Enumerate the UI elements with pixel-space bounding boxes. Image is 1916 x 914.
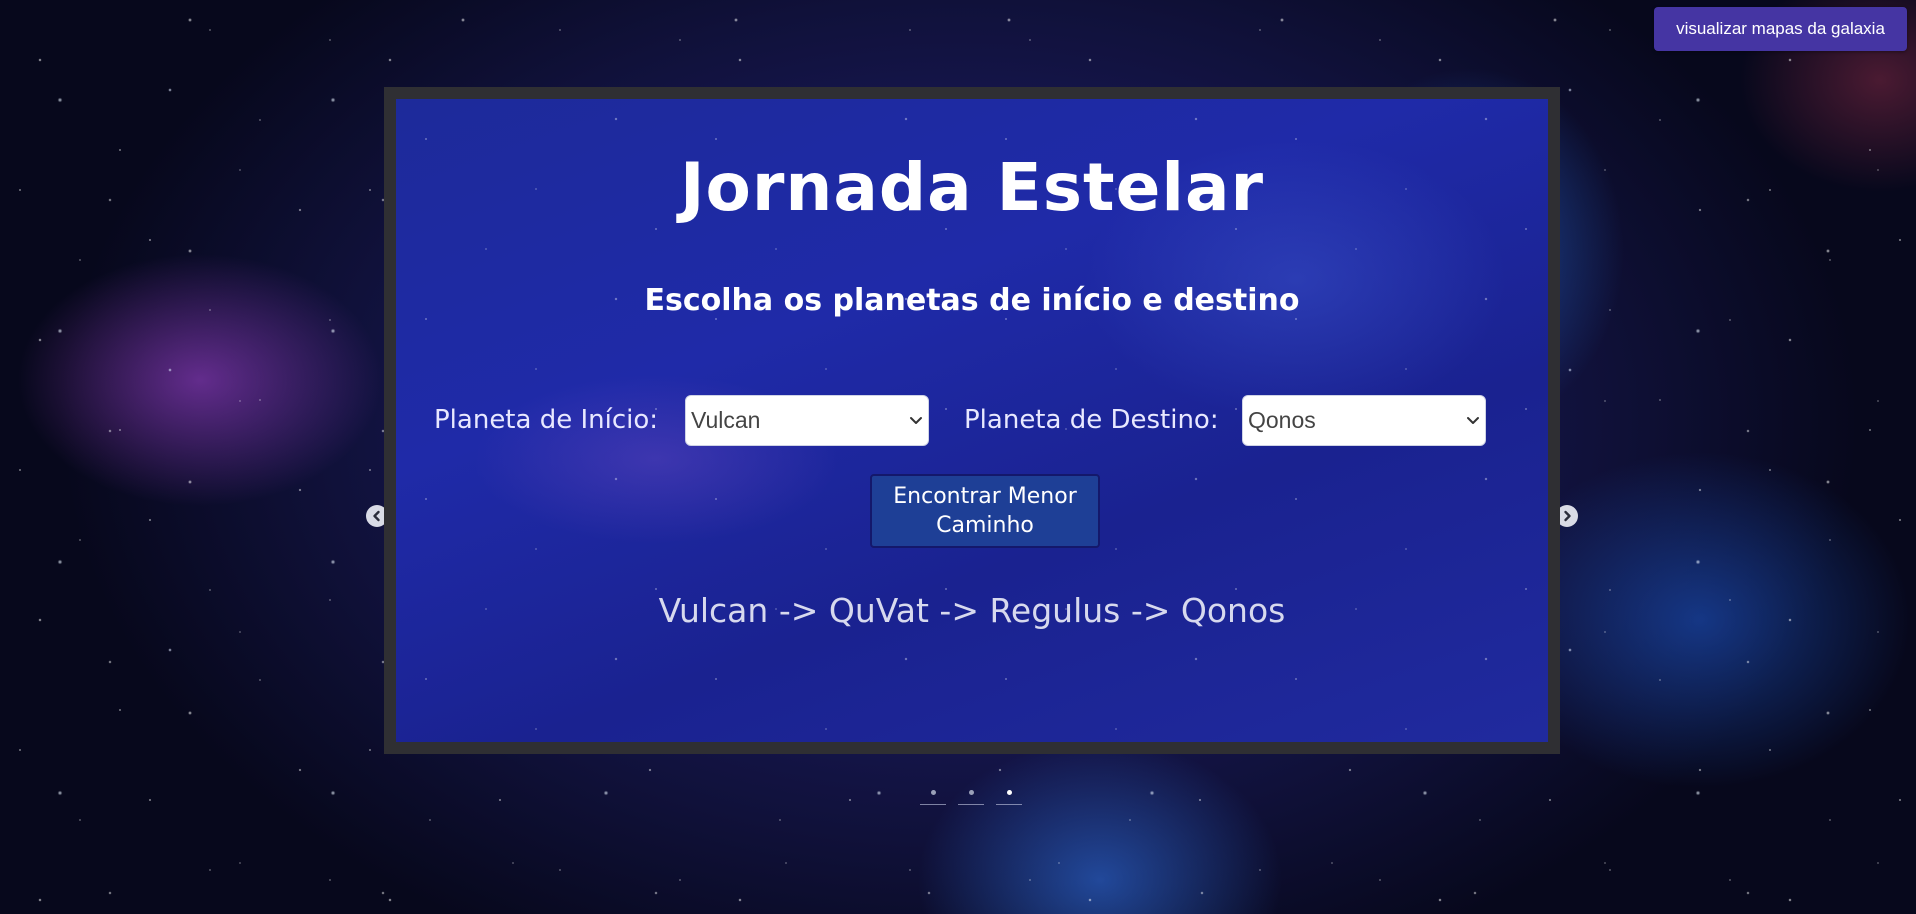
indicator-bar [958,804,984,805]
carousel-indicator-2[interactable] [958,790,984,806]
carousel-indicators [920,790,1022,810]
carousel-indicator-1[interactable] [920,790,946,806]
find-button-label-line2: Caminho [936,513,1034,538]
carousel-slide: Jornada Estelar Escolha os planetas de i… [384,87,1560,754]
view-galaxy-maps-button[interactable]: visualizar mapas da galaxia [1654,7,1907,51]
start-planet-label: Planeta de Início: [434,405,659,435]
chevron-right-icon [1564,510,1571,522]
start-planet-select[interactable]: Vulcan [685,395,929,446]
shortest-path-result: Vulcan -> QuVat -> Regulus -> Qonos [658,591,1286,630]
indicator-bar [920,804,946,805]
destination-planet-value: Qonos [1248,407,1316,433]
chevron-left-icon [373,510,380,522]
indicator-dot [931,790,936,795]
planet-selection-row: Planeta de Início: Vulcan Planeta de Des… [396,395,1548,447]
destination-planet-label: Planeta de Destino: [964,405,1219,435]
indicator-dot [969,790,974,795]
page-subtitle: Escolha os planetas de início e destino [644,283,1300,318]
chevron-down-icon [910,417,922,424]
start-planet-value: Vulcan [691,407,761,433]
find-shortest-path-button[interactable]: Encontrar Menor Caminho [870,474,1100,548]
find-button-label-line1: Encontrar Menor [893,484,1077,509]
indicator-bar [996,804,1022,805]
chevron-down-icon [1467,417,1479,424]
carousel-indicator-3[interactable] [996,790,1022,806]
indicator-dot [1007,790,1012,795]
destination-planet-select[interactable]: Qonos [1242,395,1486,446]
page-title: Jornada Estelar [679,149,1265,226]
